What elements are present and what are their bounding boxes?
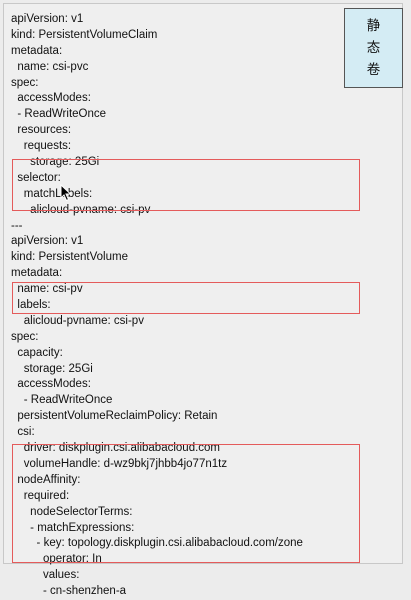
code-line: metadata: [11, 44, 63, 57]
code-line: spec: [11, 76, 39, 89]
code-line: alicloud-pvname: csi-pv [11, 314, 144, 327]
slide-panel: apiVersion: v1 kind: PersistentVolumeCla… [3, 3, 403, 597]
code-line: labels: [11, 299, 51, 312]
static-volume-tag-char: 卷 [366, 62, 381, 77]
code-line: - key: topology.diskplugin.csi.alibabacl… [11, 537, 303, 550]
code-line: values: [11, 569, 80, 582]
code-line: accessModes: [11, 378, 91, 391]
mouse-pointer-icon [60, 184, 72, 202]
code-line: - matchExpressions: [11, 521, 135, 534]
code-line: accessModes: [11, 92, 91, 105]
code-line: csi: [11, 426, 35, 439]
code-line: - ReadWriteOnce [11, 394, 113, 407]
code-line: capacity: [11, 346, 63, 359]
code-line: operator: In [11, 553, 102, 566]
code-line: - cn-shenzhen-a [11, 585, 127, 598]
code-line: --- [11, 219, 23, 232]
code-line: persistentVolumeReclaimPolicy: Retain [11, 410, 218, 423]
static-volume-tag-char: 静 [366, 18, 381, 33]
code-line: driver: diskplugin.csi.alibabacloud.com [11, 442, 221, 455]
code-line: - ReadWriteOnce [11, 108, 107, 121]
code-line: apiVersion: v1 [11, 13, 84, 25]
code-line: name: csi-pvc [11, 60, 89, 73]
code-line: matchLabels: [11, 187, 93, 200]
code-line: metadata: [11, 267, 63, 280]
code-line: requests: [11, 140, 72, 153]
code-line: name: csi-pv [11, 283, 83, 296]
code-line: nodeSelectorTerms: [11, 505, 133, 518]
code-line: volumeHandle: d-wz9bkj7jhbb4jo77n1tz [11, 457, 228, 470]
static-volume-tag: 静 态 卷 [344, 8, 403, 88]
yaml-code-block: apiVersion: v1 kind: PersistentVolumeCla… [11, 12, 303, 600]
code-line: selector: [11, 171, 61, 184]
code-line: spec: [11, 330, 39, 343]
code-line: storage: 25Gi [11, 156, 100, 169]
code-line: resources: [11, 124, 72, 137]
code-line: nodeAffinity: [11, 473, 81, 486]
code-line: storage: 25Gi [11, 362, 93, 375]
code-line: apiVersion: v1 [11, 235, 84, 248]
code-line: required: [11, 489, 70, 502]
code-line: kind: PersistentVolumeClaim [11, 28, 158, 41]
code-line: alicloud-pvname: csi-pv [11, 203, 151, 216]
code-line: kind: PersistentVolume [11, 251, 128, 264]
static-volume-tag-char: 态 [366, 40, 381, 55]
